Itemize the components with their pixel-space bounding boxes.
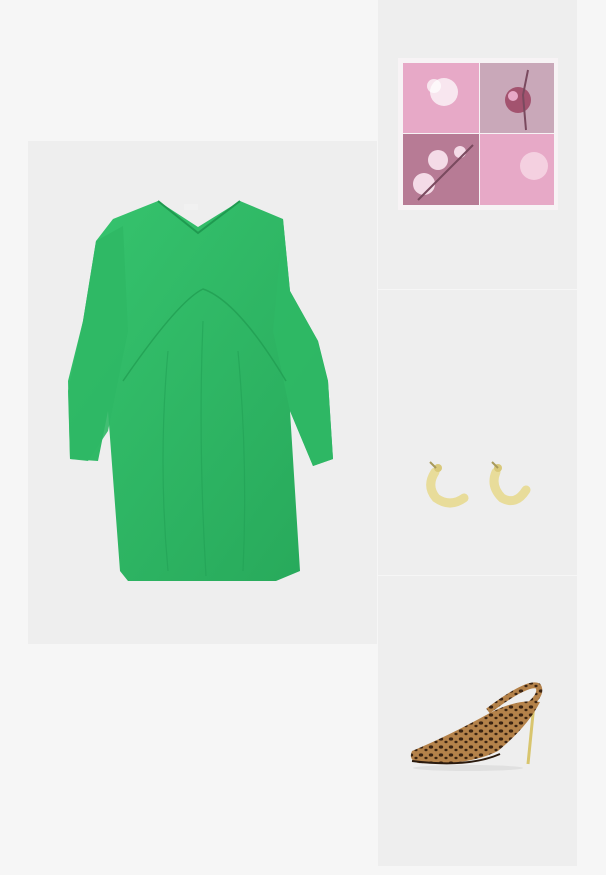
product-tile-dress[interactable]	[28, 141, 377, 644]
orchid-scarf-icon	[398, 58, 558, 210]
leopard-slingback-icon	[410, 682, 543, 771]
product-tile-earrings[interactable]	[378, 290, 577, 575]
product-tile-shoes[interactable]	[378, 576, 577, 866]
green-dress-icon	[68, 200, 333, 581]
gold-hoop-earrings-icon	[426, 461, 531, 508]
product-tile-scarf[interactable]	[378, 0, 577, 289]
